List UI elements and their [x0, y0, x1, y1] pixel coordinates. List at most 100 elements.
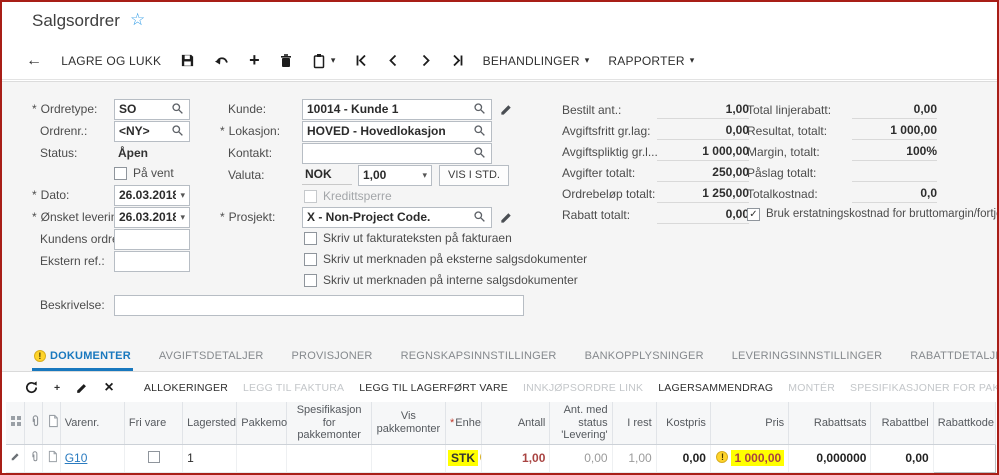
col-rabattsats[interactable]: Rabattsats — [788, 402, 872, 445]
dato-field[interactable]: 26.03.2018 ▾ — [114, 184, 190, 206]
refresh-icon[interactable] — [24, 380, 39, 395]
kredittsperre-checkbox[interactable] — [304, 189, 317, 203]
col-vis-pakkemonter[interactable]: Vis pakkemonter — [371, 402, 447, 445]
save-icon[interactable] — [180, 53, 195, 68]
varenr-link[interactable]: G10 — [65, 451, 88, 465]
col-rabattkode[interactable]: Rabattkode — [933, 402, 997, 445]
first-record-icon[interactable] — [355, 54, 368, 67]
documents-grid: Varenr. Fri vare Lagersted Pakkemo Spesi… — [2, 402, 997, 473]
kunde-field[interactable]: 10014 - Kunde 1 — [302, 98, 492, 120]
prev-record-icon[interactable] — [387, 54, 400, 67]
save-and-close-button[interactable]: LAGRE OG LUKK — [61, 54, 161, 68]
beskrivelse-field[interactable] — [114, 294, 524, 316]
bruk-erstatningskostnad-label: Bruk erstatningskostnad for bruttomargin… — [766, 208, 997, 220]
pa-vent-checkbox[interactable] — [114, 166, 127, 180]
row-paperclip-icon[interactable] — [24, 444, 43, 473]
total-linjerabatt-value: 0,00 — [852, 101, 937, 119]
col-i-rest[interactable]: I rest — [612, 402, 657, 445]
legg-til-faktura-button[interactable]: LEGG TIL FAKTURA — [243, 382, 344, 394]
delete-row-icon[interactable]: × — [104, 379, 114, 397]
rabattkode-cell[interactable] — [932, 443, 997, 473]
print-note-internal-checkbox[interactable] — [304, 273, 317, 287]
onsket-levering-field[interactable]: 26.03.2018 ▾ — [114, 206, 190, 228]
col-antall[interactable]: Antall — [481, 402, 551, 445]
row-settings-icon[interactable] — [6, 402, 25, 445]
col-fri-vare[interactable]: Fri vare — [124, 402, 184, 445]
row-note-icon[interactable] — [42, 444, 61, 473]
valuta-label: Valuta: — [228, 168, 265, 182]
chevron-down-icon[interactable]: ▾ — [422, 170, 427, 181]
search-icon[interactable] — [171, 124, 185, 138]
col-varenr[interactable]: Varenr. — [60, 402, 125, 445]
order-summary-form: Ordretype: SO Ordrenr.: <NY> Status: Åpe… — [2, 81, 997, 342]
print-invoice-text-checkbox[interactable] — [304, 231, 317, 245]
calendar-caret-icon[interactable]: ▾ — [180, 190, 185, 201]
lagersammendrag-button[interactable]: LAGERSAMMENDRAG — [658, 382, 773, 394]
kontakt-field[interactable] — [302, 142, 492, 164]
edit-row-icon[interactable] — [75, 381, 89, 395]
next-record-icon[interactable] — [419, 54, 432, 67]
col-pakkemontering[interactable]: Pakkemo — [236, 402, 288, 445]
legg-til-lagerfort-vare-button[interactable]: LEGG TIL LAGERFØRT VARE — [359, 382, 508, 394]
avgiftsfritt-label: Avgiftsfritt gr.lag: — [562, 124, 651, 138]
search-icon[interactable] — [473, 210, 487, 224]
undo-icon[interactable] — [214, 54, 230, 68]
calendar-caret-icon[interactable]: ▾ — [180, 212, 185, 223]
vis-i-std-button[interactable]: VIS I STD. — [439, 164, 509, 186]
currency-code-field[interactable]: NOK — [302, 165, 352, 185]
tab-regnskapsinnstillinger[interactable]: REGNSKAPSINNSTILLINGER — [399, 350, 559, 371]
tab-dokumenter-label: DOKUMENTER — [50, 350, 131, 362]
tab-provisjoner[interactable]: PROVISJONER — [290, 350, 375, 371]
pris-value: 1 000,00 — [731, 450, 785, 467]
kredittsperre-label: Kredittsperre — [323, 189, 392, 203]
print-note-external-checkbox[interactable] — [304, 252, 317, 266]
add-icon[interactable]: + — [249, 50, 260, 71]
spesifikasjoner-pakkemontering-button[interactable]: SPESIFIKASJONER FOR PAKKEMONTERING — [850, 382, 997, 394]
clipboard-icon[interactable]: ▾ — [312, 53, 336, 69]
col-pris[interactable]: Pris — [710, 402, 790, 445]
clipboard-caret-icon: ▾ — [330, 55, 336, 65]
detail-tabs: DOKUMENTER AVGIFTSDETALJER PROVISJONER R… — [2, 342, 997, 372]
last-record-icon[interactable] — [451, 54, 464, 67]
paperclip-icon — [24, 402, 43, 445]
col-lagersted[interactable]: Lagersted — [182, 402, 238, 445]
search-icon[interactable] — [473, 124, 487, 138]
back-icon[interactable]: ← — [26, 52, 42, 70]
behandlinger-menu[interactable]: BEHANDLINGER ▾ — [483, 54, 590, 68]
fri-vare-checkbox[interactable] — [147, 450, 160, 463]
ant-levering-cell: 0,00 — [549, 444, 613, 473]
kundens-ordrenr-label: Kundens ordrenr.: — [40, 232, 136, 246]
allokeringer-button[interactable]: ALLOKERINGER — [144, 382, 228, 394]
tab-dokumenter[interactable]: DOKUMENTER — [32, 350, 133, 371]
innkjopsordre-link-button[interactable]: INNKJØPSORDRE LINK — [523, 382, 643, 394]
col-ant-med-status-levering[interactable]: Ant. med status 'Levering' — [549, 402, 613, 445]
lokasjon-field[interactable]: HOVED - Hovedlokasjon — [302, 120, 492, 142]
edit-kunde-icon[interactable] — [499, 102, 514, 117]
tab-leveringsinnstillinger[interactable]: LEVERINGSINNSTILLINGER — [730, 350, 885, 371]
tab-bankopplysninger[interactable]: BANKOPPLYSNINGER — [583, 350, 706, 371]
kundens-ordrenr-field[interactable] — [114, 228, 190, 250]
prosjekt-field[interactable]: X - Non-Project Code. — [302, 206, 492, 228]
tab-rabattdetaljer[interactable]: RABATTDETALJER — [908, 350, 997, 371]
search-icon[interactable] — [473, 146, 487, 160]
add-row-icon[interactable]: + — [54, 382, 60, 394]
col-rabattbelop[interactable]: Rabattbel — [870, 402, 934, 445]
currency-rate-field[interactable]: 1,00 ▾ — [358, 164, 432, 186]
search-icon[interactable] — [171, 102, 185, 116]
monter-button[interactable]: MONTÉR — [788, 382, 835, 394]
col-kostpris[interactable]: Kostpris — [656, 402, 711, 445]
edit-prosjekt-icon[interactable] — [499, 210, 514, 225]
note-icon — [42, 402, 61, 445]
rapporter-menu[interactable]: RAPPORTER ▾ — [608, 54, 694, 68]
search-icon[interactable] — [473, 102, 487, 116]
favorite-star-icon[interactable]: ☆ — [130, 10, 145, 30]
ordretype-field[interactable]: SO — [114, 98, 190, 120]
ordrenr-field[interactable]: <NY> — [114, 120, 190, 142]
tab-avgiftsdetaljer[interactable]: AVGIFTSDETALJER — [157, 350, 266, 371]
col-enhet[interactable]: Enhe — [445, 402, 483, 445]
paslag-totalt-value — [852, 164, 937, 182]
ekstern-ref-field[interactable] — [114, 250, 190, 272]
col-spesifikasjon-pakkemonter[interactable]: Spesifikasjon for pakkemonter — [286, 402, 372, 445]
delete-icon[interactable] — [279, 53, 293, 68]
bruk-erstatningskostnad-checkbox[interactable]: ✓ — [747, 207, 760, 221]
